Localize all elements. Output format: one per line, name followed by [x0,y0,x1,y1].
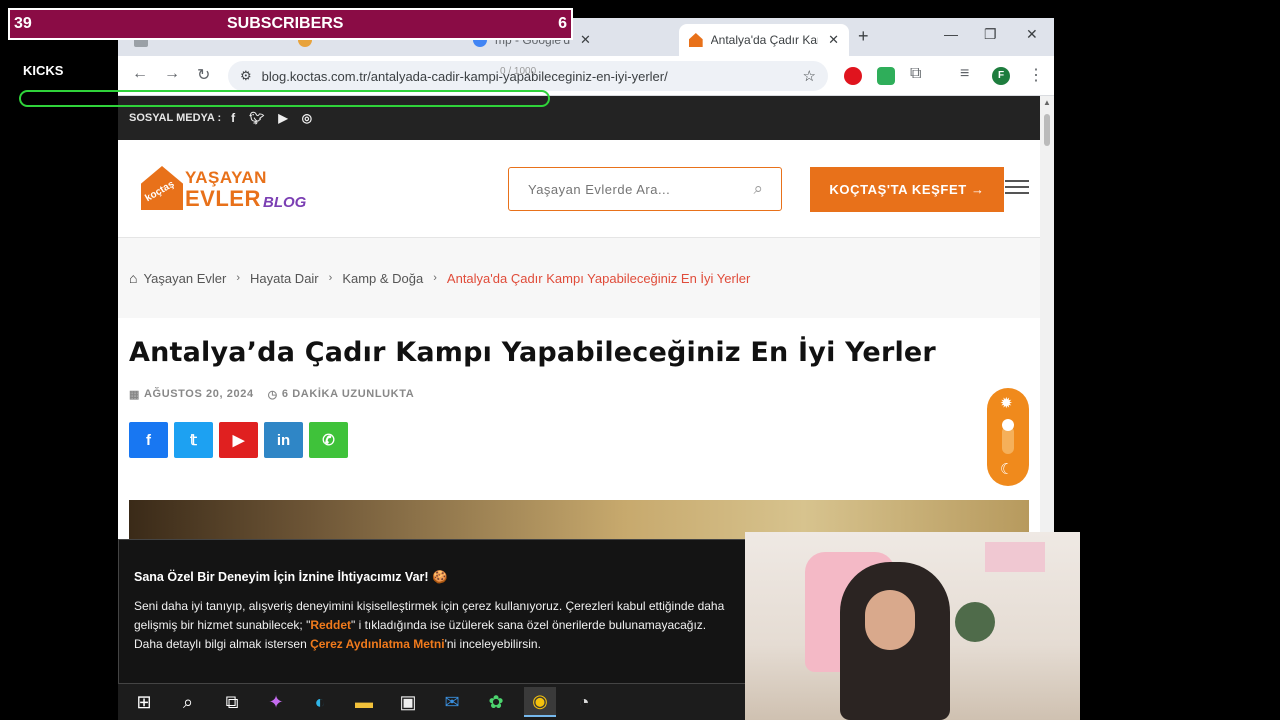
url-text[interactable]: blog.koctas.com.tr/antalyada-cadir-kampi… [262,69,668,84]
toggle-knob [1002,419,1014,431]
app-icon[interactable]: ✿ [480,687,512,717]
moon-icon: ☾ [1000,461,1014,478]
search-icon[interactable]: ⌕ [172,687,204,717]
cookie-heading: Sana Özel Bir Deneyim İçin İznine İhtiya… [134,570,448,584]
search-icon[interactable]: ⌕ [753,179,763,199]
cookie-text: Seni daha iyi tanıyıp, alışveriş deneyim… [134,597,730,654]
search-input[interactable] [528,181,728,197]
logo-line1: YAŞAYAN [185,168,267,187]
social-label: SOSYAL MEDYA : [129,112,222,124]
cookie-policy-link[interactable]: Çerez Aydınlatma Metni [310,637,444,651]
koctas-icon [689,33,703,47]
reject-link[interactable]: Reddet [310,618,351,632]
kicks-label: KICKS [23,63,64,78]
share-youtube-button[interactable]: ▶ [219,422,258,458]
site-search: ⌕ [508,167,782,211]
logo-line2: EVLER [185,186,261,211]
chevron-right-icon: › [236,272,240,284]
webcam-feed [745,532,1080,720]
new-tab-button[interactable]: + [858,26,869,47]
facebook-icon: f [146,431,151,449]
logo-line3: BLOG [263,194,307,211]
chevron-right-icon: › [328,272,333,284]
cookie-consent-popup: Sana Özel Bir Deneyim İçin İznine İhtiya… [118,539,746,684]
minimize-icon[interactable]: — [944,26,958,42]
back-icon[interactable]: ← [132,65,148,83]
share-whatsapp-button[interactable]: ✆ [309,422,348,458]
scroll-thumb[interactable] [1044,114,1050,146]
close-icon[interactable]: ✕ [580,32,591,48]
clock-icon: ◷ [267,389,278,401]
site-info-icon[interactable]: ⚙ [240,68,252,84]
breadcrumb-item[interactable]: Hayata Dair [250,271,319,286]
breadcrumb: ⌂ Yaşayan Evler › Hayata Dair › Kamp & D… [118,238,1040,318]
reload-icon[interactable]: ↻ [197,65,210,85]
youtube-icon[interactable]: ▶ [278,111,287,125]
instagram-icon[interactable]: ◎ [302,111,312,125]
site-header: koçtaş YAŞAYAN EVLER BLOG ⌕ KOÇTAŞ'TA KE… [118,140,1040,238]
share-linkedin-button[interactable]: in [264,422,303,458]
taskview-icon[interactable]: ⧉ [216,687,248,717]
restore-icon[interactable]: ❐ [984,26,997,43]
windows-taskbar: ⊞ ⌕ ⧉ ✦ ◐ ▬ ▣ ✉ ✿ ◉ ◔ [118,684,746,720]
shield-icon[interactable] [877,67,895,85]
forward-icon[interactable]: → [164,65,180,83]
article-meta: ▦ AĞUSTOS 20, 2024 ◷ 6 DAKİKA UZUNLUKTA [129,388,428,401]
home-icon[interactable]: ⌂ [129,270,137,286]
copilot-icon[interactable]: ✦ [260,687,292,717]
explorer-icon[interactable]: ▬ [348,687,380,717]
window-close-icon[interactable]: ✕ [1026,26,1038,43]
calendar-icon: ▦ [129,389,140,401]
koctas-discover-button[interactable]: KOÇTAŞ'TA KEŞFET → [810,167,1004,212]
article-title: Antalya’da Çadır Kampı Yapabileceğiniz E… [129,337,936,368]
obs-icon[interactable]: ◔ [568,687,600,717]
edge-icon[interactable]: ◐ [304,687,336,717]
subscribers-label: SUBSCRIBERS [227,15,344,32]
twitter-icon[interactable]: 🐦︎ [249,111,264,125]
kicks-count: 0 / 1000 [500,66,537,77]
linkedin-icon: in [276,431,291,449]
breadcrumb-item[interactable]: Kamp & Doğa [342,271,423,286]
youtube-icon: ▶ [232,432,245,449]
bookmark-star-icon[interactable]: ☆ [803,67,816,85]
start-icon[interactable]: ⊞ [128,687,160,717]
site-logo[interactable]: koçtaş YAŞAYAN EVLER BLOG [141,162,311,212]
extensions-icon[interactable]: ⧉ [910,65,921,83]
whatsapp-icon: ✆ [322,432,335,449]
tab-active[interactable]: Antalya'da Çadır Kamp ✕ [679,24,849,56]
breadcrumb-current: Antalya'da Çadır Kampı Yapabileceğiniz E… [446,270,751,286]
media-icon[interactable]: ≡ [960,65,969,83]
article-date: AĞUSTOS 20, 2024 [144,388,254,400]
share-twitter-button[interactable]: 𝕥 [174,422,213,458]
read-time: 6 DAKİKA UZUNLUKTA [281,388,415,400]
koctas-logo-icon: koçtaş [141,166,183,210]
scroll-up-icon[interactable]: ▲ [1043,98,1051,107]
chevron-right-icon: › [433,272,437,284]
kicks-progress-bar [19,90,550,107]
sun-icon: ✹ [1000,395,1013,412]
cookie-text-3: 'ni inceleyebilirsin. [444,637,541,651]
dark-mode-toggle[interactable]: ✹ ☾ [987,388,1029,486]
tab-label: Antalya'da Çadır Kamp [710,33,818,47]
close-icon[interactable]: ✕ [828,32,839,48]
subscribers-goal: 6 [558,15,567,32]
subscribers-banner: 39 SUBSCRIBERS 6 [8,8,573,40]
menu-icon[interactable]: ⋮ [1028,65,1044,85]
chrome-icon[interactable]: ◉ [524,687,556,717]
subscribers-count: 39 [14,15,32,32]
share-buttons: f 𝕥 ▶ in ✆ [129,422,354,458]
store-icon[interactable]: ▣ [392,687,424,717]
share-facebook-button[interactable]: f [129,422,168,458]
breadcrumb-item[interactable]: Yaşayan Evler [143,271,226,286]
facebook-icon[interactable]: f [231,111,235,125]
twitter-icon: 𝕥 [190,432,197,449]
profile-avatar[interactable]: F [992,67,1010,85]
mail-icon[interactable]: ✉ [436,687,468,717]
hamburger-menu-icon[interactable] [1005,180,1029,196]
opera-icon[interactable] [844,67,862,85]
